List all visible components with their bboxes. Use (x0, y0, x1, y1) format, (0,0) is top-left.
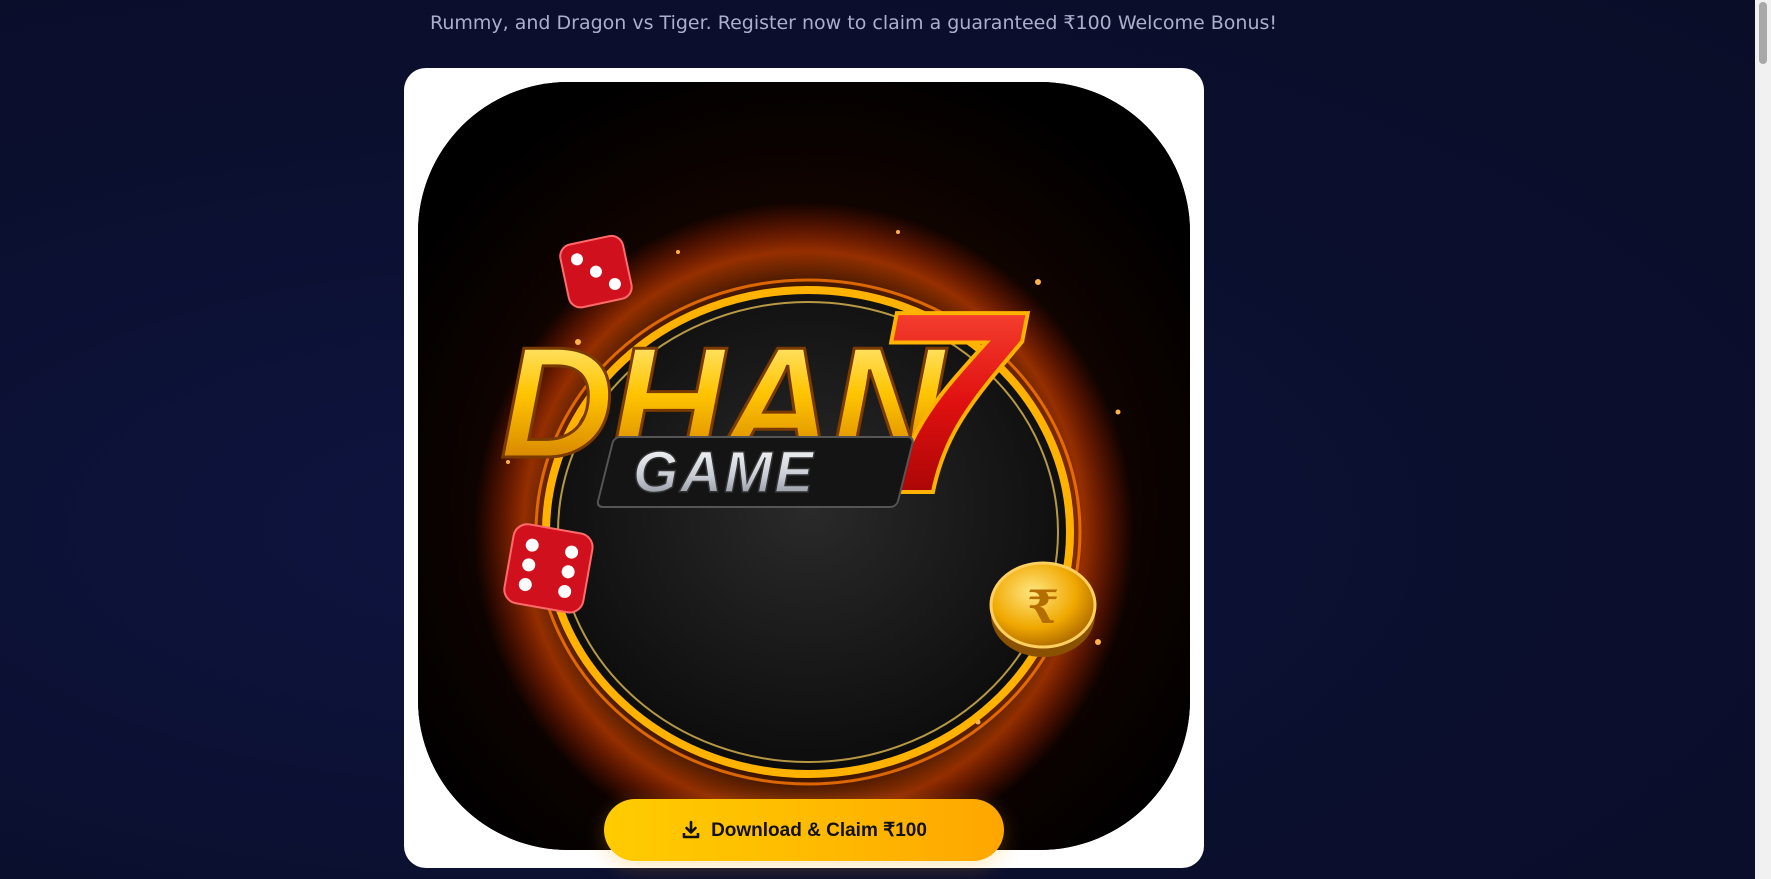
intro-paragraph: Rummy, and Dragon vs Tiger. Register now… (430, 12, 1278, 34)
download-icon (681, 820, 701, 840)
app-logo-card: ₹ DHAN 7 GAME (404, 68, 1204, 868)
page: Rummy, and Dragon vs Tiger. Register now… (0, 0, 1771, 879)
dhan7-game-logo: ₹ DHAN 7 GAME (418, 82, 1190, 850)
scrollbar-thumb[interactable] (1759, 2, 1767, 64)
sub-word: GAME (633, 440, 815, 505)
download-claim-label: Download & Claim ₹100 (711, 819, 927, 841)
rupee-coin-icon: ₹ (1027, 580, 1059, 634)
page-scrollbar[interactable] (1755, 0, 1771, 879)
download-claim-button[interactable]: Download & Claim ₹100 (604, 799, 1004, 861)
